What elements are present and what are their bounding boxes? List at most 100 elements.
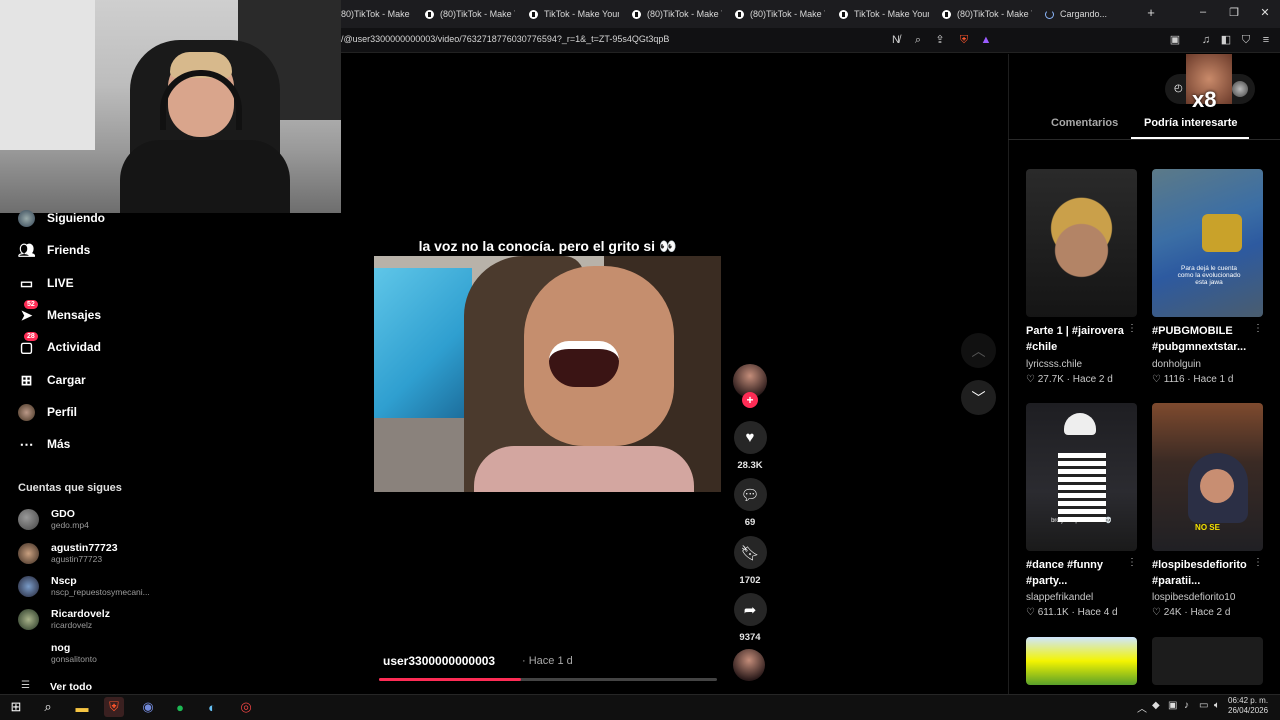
file-explorer-icon[interactable]: ▬	[72, 697, 92, 717]
panel-icon[interactable]: ◧	[1219, 33, 1233, 47]
sidebar-item-activity[interactable]: ▢ 28 Actividad	[18, 331, 101, 358]
video-thumbnail[interactable]	[1026, 637, 1137, 685]
more-options-icon[interactable]: ⋮	[1253, 323, 1263, 334]
taskbar-clock[interactable]: 06:42 p. m. 26/04/2026	[1228, 696, 1268, 716]
sidebar-item-label: Friends	[47, 243, 91, 257]
sidebar-item-more[interactable]: ⋯ Más	[18, 433, 71, 455]
suggested-video-author[interactable]: donholguin	[1152, 359, 1201, 370]
browser-tab[interactable]: (80)TikTok - Make Y	[632, 4, 722, 24]
browser-tab[interactable]: TikTok - Make Your	[839, 4, 929, 24]
video-age: Hace 1 d	[1193, 374, 1234, 385]
previous-video-button[interactable]: ︿	[961, 333, 996, 368]
discord-icon[interactable]: ◉	[138, 697, 158, 717]
followed-account[interactable]: agustin77723 agustin77723	[18, 542, 118, 564]
share-arrow-icon: ➦	[733, 593, 767, 626]
see-all-link[interactable]: Ver todo	[50, 681, 92, 693]
sidebar-toggle-icon[interactable]: ▣	[1168, 33, 1182, 47]
zoom-icon[interactable]: ⌕	[911, 33, 925, 47]
tray-overflow-icon[interactable]: ︿	[1137, 700, 1147, 715]
follow-plus-button[interactable]: +	[742, 392, 758, 408]
tray-app-icon[interactable]: ◆	[1152, 700, 1160, 711]
clock-time: 06:42 p. m.	[1228, 696, 1269, 705]
browser-tab[interactable]: 80)TikTok - Make Y	[341, 4, 411, 24]
steam-icon[interactable]: ◐	[202, 697, 222, 717]
sidebar-item-live[interactable]: ▭ LIVE	[18, 272, 74, 294]
media-icon[interactable]: ♫	[1199, 33, 1213, 47]
suggested-video-title[interactable]: Parte 1 | #jairovera #chile	[1026, 323, 1126, 355]
brave-browser-icon[interactable]: ⛨	[104, 697, 124, 717]
sidebar-item-friends[interactable]: 👥︎ Friends	[18, 239, 91, 261]
video-thumbnail[interactable]: NO SE	[1152, 403, 1263, 551]
obs-icon[interactable]: ◎	[236, 697, 256, 717]
brave-shield-icon[interactable]: ⛨	[957, 33, 971, 47]
followed-account[interactable]: Ricardovelz ricardovelz	[18, 608, 110, 630]
suggested-video-author[interactable]: lyricsss.chile	[1026, 359, 1082, 370]
more-options-icon[interactable]: ⋮	[1253, 557, 1263, 568]
share-icon[interactable]: ⇪	[933, 33, 947, 47]
followed-account[interactable]: nog gonsalitonto	[18, 642, 97, 664]
comment-button[interactable]: 💬︎ 69	[733, 478, 767, 528]
share-count: 9374	[739, 632, 761, 643]
video-age: Hace 2 d	[1072, 374, 1113, 385]
browser-tab[interactable]: (80)TikTok - Make Y	[942, 4, 1032, 24]
suggested-video-title[interactable]: #PUBGMOBILE #pubgmnextstar...	[1152, 323, 1252, 355]
browser-tab-active[interactable]: Cargando...	[1045, 4, 1135, 24]
thumbnail-character	[1202, 214, 1242, 252]
suggested-video-title[interactable]: #dance #funny #party...	[1026, 557, 1126, 589]
no-translate-icon[interactable]: N̸	[889, 33, 903, 47]
suggested-video-author[interactable]: lospibesdefiorito10	[1152, 592, 1235, 603]
sound-avatar[interactable]	[733, 649, 765, 681]
video-progress-bar[interactable]	[379, 678, 717, 681]
network-icon[interactable]: ▭	[1199, 700, 1208, 711]
vpn-icon[interactable]: ⛉	[1239, 33, 1253, 47]
save-button[interactable]: 🔖︎ 1702	[733, 536, 767, 586]
loading-spinner-icon	[1045, 9, 1054, 19]
sidebar-item-messages[interactable]: ➤ 52 Mensajes	[18, 299, 101, 326]
windows-start-icon[interactable]: ⊞	[6, 697, 26, 717]
share-button[interactable]: ➦ 9374	[733, 593, 767, 643]
new-tab-button[interactable]: +	[1143, 5, 1159, 20]
tab-comments[interactable]: Comentarios	[1051, 117, 1118, 129]
activity-badge: 28	[24, 331, 38, 341]
volume-icon[interactable]: 🔈︎	[1214, 700, 1220, 711]
video-thumbnail[interactable]: bro just spawned in 💀	[1026, 403, 1137, 551]
tiktok-icon	[632, 9, 641, 19]
followed-account[interactable]: GDO gedo.mp4	[18, 508, 89, 530]
tray-app-icon[interactable]: ▣	[1168, 700, 1177, 711]
thumbnail-text: NO SE	[1195, 523, 1220, 532]
tiktok-icon	[942, 9, 951, 19]
sidebar-item-following[interactable]: Siguiendo	[18, 207, 105, 229]
tiktok-icon	[529, 9, 538, 19]
next-video-button[interactable]: ﹀	[961, 380, 996, 415]
more-options-icon[interactable]: ⋮	[1127, 323, 1137, 334]
sidebar-item-upload[interactable]: ⊞ Cargar	[18, 369, 86, 391]
spotify-icon[interactable]: ●	[170, 697, 190, 717]
url-field[interactable]: /@user3300000000003/video/76327187760307…	[341, 34, 669, 44]
browser-tab[interactable]: (80)TikTok - Make Y	[425, 4, 515, 24]
menu-icon[interactable]: ≡	[1259, 33, 1273, 47]
suggested-video-author[interactable]: slappefrikandel	[1026, 592, 1093, 603]
heart-outline-icon: ♡	[1152, 374, 1161, 385]
video-caption: la voz no la conocía. pero el grito si 👀	[418, 238, 677, 254]
brave-rewards-icon[interactable]: ▲	[979, 33, 993, 47]
more-options-icon[interactable]: ⋮	[1127, 557, 1137, 568]
video-author[interactable]: user3300000000003	[383, 654, 495, 668]
microphone-icon[interactable]: ♪	[1184, 700, 1189, 711]
tab-suggested[interactable]: Podría interesarte	[1144, 117, 1238, 129]
minimize-button[interactable]: –	[1195, 6, 1211, 18]
video-player[interactable]	[374, 256, 721, 492]
search-icon[interactable]: ⌕	[38, 697, 58, 717]
browser-tab[interactable]: TikTok - Make Your	[529, 4, 619, 24]
like-button[interactable]: ♥ 28.3K	[733, 421, 767, 471]
tab-label: (80)TikTok - Make Y	[647, 9, 722, 19]
video-thumbnail[interactable]	[1026, 169, 1137, 317]
followed-account[interactable]: Nscp nscp_repuestosymecani...	[18, 575, 150, 597]
comment-icon: 💬︎	[733, 478, 767, 511]
restore-button[interactable]: ❐	[1226, 6, 1242, 19]
browser-tab[interactable]: (80)TikTok - Make Y	[735, 4, 825, 24]
suggested-video-title[interactable]: #lospibesdefiorito #paratii...	[1152, 557, 1252, 589]
video-thumbnail[interactable]: Para dejá le cuenta como la evolucionado…	[1152, 169, 1263, 317]
video-thumbnail[interactable]	[1152, 637, 1263, 685]
close-window-button[interactable]: ✕	[1257, 6, 1273, 19]
sidebar-item-profile[interactable]: Perfil	[18, 401, 77, 423]
